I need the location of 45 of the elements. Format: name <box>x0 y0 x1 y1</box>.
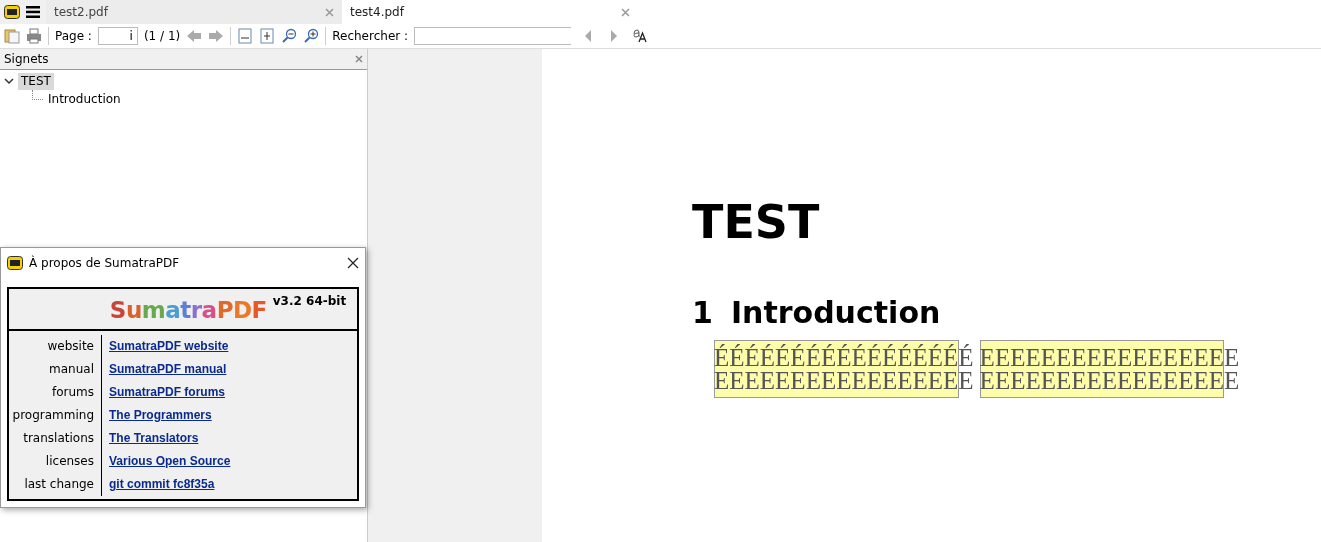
dialog-title: À propos de SumatraPDF <box>29 255 181 270</box>
back-arrow-icon[interactable] <box>186 29 203 43</box>
sidebar-title: Signets <box>4 52 49 66</box>
fit-page-icon[interactable] <box>259 28 276 44</box>
bookmark-item[interactable]: Introduction <box>45 90 124 108</box>
info-label: programming <box>9 404 102 427</box>
info-label: website <box>9 335 102 358</box>
info-label: licenses <box>9 450 102 473</box>
open-file-icon[interactable] <box>4 28 20 44</box>
info-label: manual <box>9 358 102 381</box>
menu-icon[interactable] <box>26 6 40 18</box>
info-label: translations <box>9 427 102 450</box>
page-field[interactable]: i <box>97 27 138 45</box>
pdf-logo-icon <box>4 5 20 19</box>
zoom-in-icon[interactable] <box>303 28 320 44</box>
page-count: (1 / 1) <box>143 29 181 43</box>
info-link[interactable]: Various Open Source <box>109 454 231 468</box>
chevron-down-icon[interactable] <box>4 77 14 85</box>
fit-width-icon[interactable] <box>237 28 254 44</box>
bookmark-item[interactable]: TEST <box>18 72 54 90</box>
zoom-out-icon[interactable] <box>281 28 298 44</box>
page-label: Page : <box>55 29 92 43</box>
previous-icon[interactable] <box>583 29 594 43</box>
app-logo: SumatraPDF <box>109 297 267 323</box>
info-link[interactable]: The Translators <box>109 431 199 445</box>
next-icon[interactable] <box>609 29 620 43</box>
info-link[interactable]: The Programmers <box>109 408 212 422</box>
search-field[interactable] <box>414 27 572 45</box>
info-link[interactable]: git commit fc8f35a <box>109 477 215 491</box>
info-label: forums <box>9 381 102 404</box>
info-link[interactable]: SumatraPDF manual <box>109 362 227 376</box>
search-label: Rechercher : <box>332 29 409 43</box>
info-label: last change <box>9 473 102 496</box>
document-tab[interactable]: test2.pdf <box>46 0 342 24</box>
forward-arrow-icon[interactable] <box>208 29 225 43</box>
close-icon[interactable] <box>347 256 359 269</box>
document-title: TEST <box>692 199 821 245</box>
info-link[interactable]: SumatraPDF forums <box>109 385 226 399</box>
print-icon[interactable] <box>26 28 42 44</box>
info-link[interactable]: SumatraPDF website <box>109 339 229 353</box>
match-case-icon[interactable] <box>633 29 648 43</box>
version-label: v3.2 64-bit <box>272 294 347 308</box>
pdf-logo-icon <box>7 255 23 270</box>
section-number: 1 <box>692 295 713 330</box>
section-title: Introduction <box>730 295 941 330</box>
